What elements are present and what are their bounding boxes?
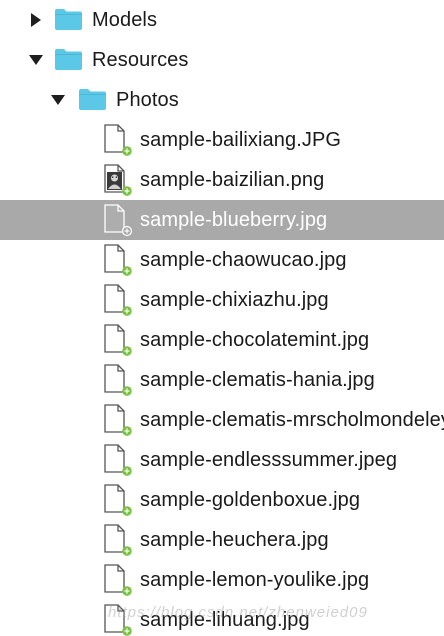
file-added-icon xyxy=(102,204,133,237)
file-label: sample-chocolatemint.jpg xyxy=(140,329,370,351)
file-label: sample-clematis-hania.jpg xyxy=(140,369,375,391)
disclosure-triangle-expanded-icon[interactable] xyxy=(28,52,44,68)
file-added-icon xyxy=(102,564,132,597)
file-row-sample-lihuang-jpg[interactable]: sample-lihuang.jpg xyxy=(0,600,444,636)
file-label: sample-lihuang.jpg xyxy=(140,609,310,631)
file-label: sample-clematis-mrscholmondeley.jpg xyxy=(140,409,444,431)
file-label: sample-lemon-youlike.jpg xyxy=(140,569,370,591)
project-navigator: Models Resources Photos sample-bailixiang.J… xyxy=(0,0,444,636)
file-label: sample-blueberry.jpg xyxy=(140,209,328,231)
file-added-icon xyxy=(102,364,132,397)
file-row-sample-clematis-mrscholmondeley-jpg[interactable]: sample-clematis-mrscholmondeley.jpg xyxy=(0,400,444,440)
folder-label: Models xyxy=(92,9,158,31)
file-added-icon xyxy=(102,124,132,157)
folder-icon xyxy=(54,7,83,31)
file-row-sample-goldenboxue-jpg[interactable]: sample-goldenboxue.jpg xyxy=(0,480,444,520)
image-thumbnail-file-icon xyxy=(102,164,132,197)
folder-label: Photos xyxy=(116,89,179,111)
file-row-sample-chaowucao-jpg[interactable]: sample-chaowucao.jpg xyxy=(0,240,444,280)
folder-label: Resources xyxy=(92,49,189,71)
file-row-sample-blueberry-jpg[interactable]: sample-blueberry.jpg xyxy=(0,200,444,240)
file-row-sample-endlesssummer-jpeg[interactable]: sample-endlesssummer.jpeg xyxy=(0,440,444,480)
file-added-icon xyxy=(102,604,132,636)
file-row-sample-chixiazhu-jpg[interactable]: sample-chixiazhu.jpg xyxy=(0,280,444,320)
folder-row-resources[interactable]: Resources xyxy=(0,40,444,80)
folder-icon xyxy=(54,47,83,71)
file-row-sample-bailixiang-jpg[interactable]: sample-bailixiang.JPG xyxy=(0,120,444,160)
file-label: sample-chaowucao.jpg xyxy=(140,249,347,271)
file-label: sample-endlesssummer.jpeg xyxy=(140,449,398,471)
folder-row-models[interactable]: Models xyxy=(0,0,444,40)
disclosure-triangle-collapsed-icon[interactable] xyxy=(28,12,44,28)
file-added-icon xyxy=(102,484,132,517)
file-row-sample-lemon-youlike-jpg[interactable]: sample-lemon-youlike.jpg xyxy=(0,560,444,600)
file-added-icon xyxy=(102,284,132,317)
file-row-sample-baizilian-png[interactable]: sample-baizilian.png xyxy=(0,160,444,200)
disclosure-triangle-expanded-icon[interactable] xyxy=(50,92,66,108)
file-added-icon xyxy=(102,444,132,477)
file-added-icon xyxy=(102,404,132,437)
file-label: sample-goldenboxue.jpg xyxy=(140,489,361,511)
folder-row-photos[interactable]: Photos xyxy=(0,80,444,120)
file-label: sample-baizilian.png xyxy=(140,169,325,191)
file-label: sample-chixiazhu.jpg xyxy=(140,289,329,311)
file-row-sample-heuchera-jpg[interactable]: sample-heuchera.jpg xyxy=(0,520,444,560)
file-row-sample-clematis-hania-jpg[interactable]: sample-clematis-hania.jpg xyxy=(0,360,444,400)
file-added-icon xyxy=(102,324,132,357)
file-added-icon xyxy=(102,524,132,557)
file-row-sample-chocolatemint-jpg[interactable]: sample-chocolatemint.jpg xyxy=(0,320,444,360)
file-added-icon xyxy=(102,244,132,277)
file-label: sample-bailixiang.JPG xyxy=(140,129,342,151)
file-label: sample-heuchera.jpg xyxy=(140,529,329,551)
folder-icon xyxy=(78,87,107,111)
